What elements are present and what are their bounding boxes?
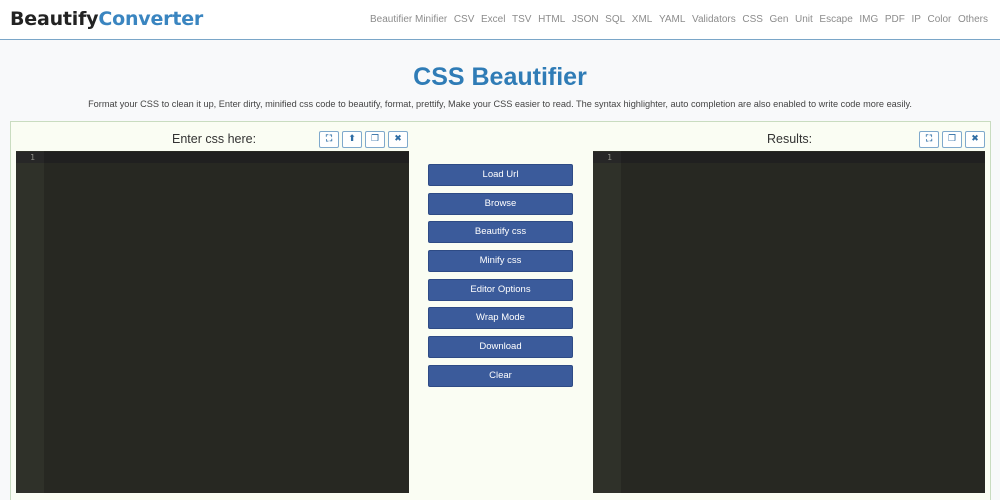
minify-css-button[interactable]: Minify css xyxy=(428,250,573,272)
nav-yaml[interactable]: YAML xyxy=(659,14,686,25)
load-url-button[interactable]: Load Url xyxy=(428,164,573,186)
site-logo[interactable]: BeautifyConverter xyxy=(10,8,203,30)
nav-css[interactable]: CSS xyxy=(742,14,763,25)
download-button[interactable]: Download xyxy=(428,336,573,358)
nav-xml[interactable]: XML xyxy=(632,14,653,25)
logo-text-converter: Converter xyxy=(98,8,204,30)
nav-excel[interactable]: Excel xyxy=(481,14,505,25)
nav-escape[interactable]: Escape xyxy=(819,14,852,25)
css-input-editor[interactable]: 1 xyxy=(16,151,409,493)
active-line-highlight xyxy=(16,152,409,163)
browse-button[interactable]: Browse xyxy=(428,193,573,215)
fullscreen-icon[interactable]: ⛶ xyxy=(919,131,939,148)
nav-pdf[interactable]: PDF xyxy=(885,14,905,25)
page-title: CSS Beautifier xyxy=(413,63,587,91)
nav-gen[interactable]: Gen xyxy=(770,14,789,25)
input-editor-label: Enter css here: xyxy=(172,132,257,146)
nav-csv[interactable]: CSV xyxy=(454,14,475,25)
editor-options-button[interactable]: Editor Options xyxy=(428,279,573,301)
nav-html[interactable]: HTML xyxy=(538,14,565,25)
fullscreen-icon[interactable]: ⛶ xyxy=(319,131,339,148)
line-number: 1 xyxy=(30,153,35,162)
line-number: 1 xyxy=(607,153,612,162)
page-description: Format your CSS to clean it up, Enter di… xyxy=(88,99,912,109)
logo-text-beautify: Beautify xyxy=(10,8,99,30)
clear-button[interactable]: Clear xyxy=(428,365,573,387)
nav-sql[interactable]: SQL xyxy=(605,14,625,25)
copy-icon[interactable]: ❐ xyxy=(365,131,385,148)
top-navbar: BeautifyConverter Beautifier Minifier CS… xyxy=(0,0,1000,40)
main-nav: Beautifier Minifier CSV Excel TSV HTML J… xyxy=(370,14,988,25)
nav-ip[interactable]: IP xyxy=(911,14,920,25)
nav-others[interactable]: Others xyxy=(958,14,988,25)
active-line-highlight xyxy=(593,152,985,163)
close-icon[interactable]: ✖ xyxy=(388,131,408,148)
copy-icon[interactable]: ❐ xyxy=(942,131,962,148)
nav-color[interactable]: Color xyxy=(927,14,951,25)
output-editor-label: Results: xyxy=(767,132,813,146)
nav-validators[interactable]: Validators xyxy=(692,14,736,25)
nav-tsv[interactable]: TSV xyxy=(512,14,531,25)
nav-unit[interactable]: Unit xyxy=(795,14,813,25)
upload-icon[interactable]: ⬆ xyxy=(342,131,362,148)
nav-img[interactable]: IMG xyxy=(859,14,878,25)
css-results-editor[interactable]: 1 xyxy=(593,151,985,493)
nav-json[interactable]: JSON xyxy=(572,14,599,25)
beautify-css-button[interactable]: Beautify css xyxy=(428,221,573,243)
nav-beautifier-minifier[interactable]: Beautifier Minifier xyxy=(370,14,447,25)
close-icon[interactable]: ✖ xyxy=(965,131,985,148)
line-number-gutter: 1 xyxy=(593,151,621,493)
line-number-gutter: 1 xyxy=(16,151,44,493)
wrap-mode-button[interactable]: Wrap Mode xyxy=(428,307,573,329)
